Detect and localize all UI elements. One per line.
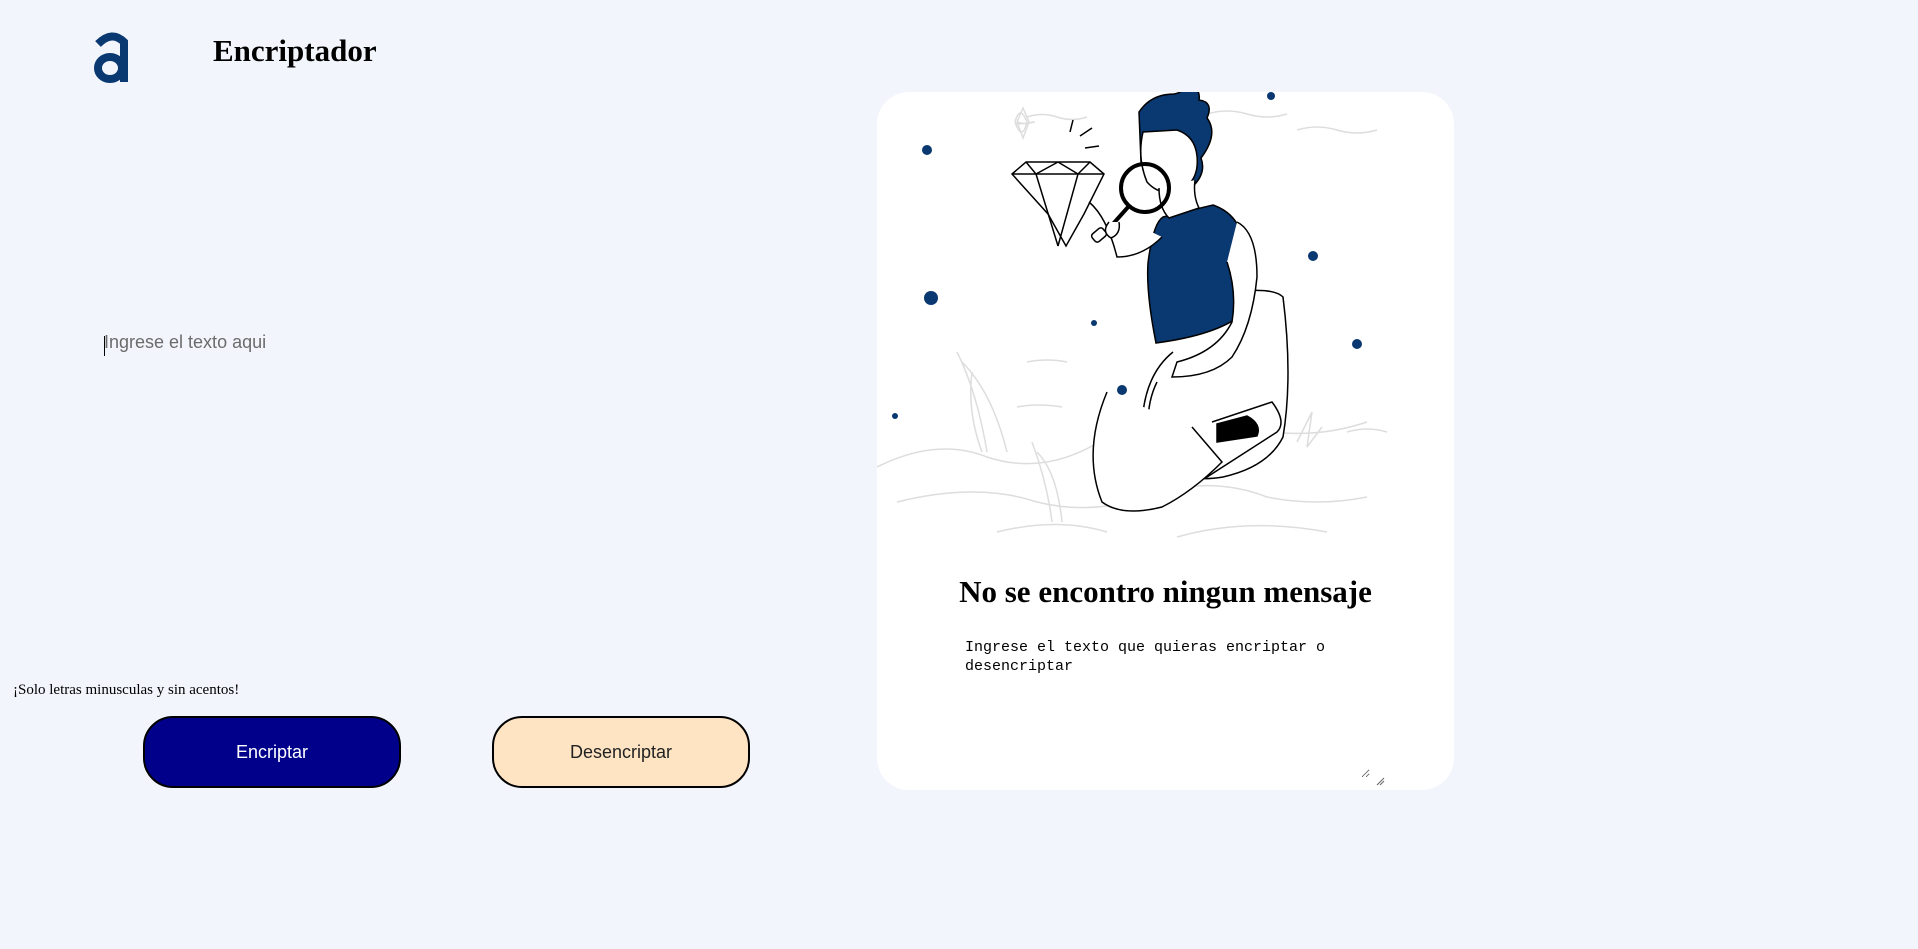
page-title: Encriptador bbox=[213, 33, 377, 68]
alura-logo-icon bbox=[94, 32, 128, 83]
text-input[interactable] bbox=[100, 328, 788, 636]
output-title: No se encontro ningun mensaje bbox=[959, 574, 1372, 609]
resize-handle-icon[interactable] bbox=[1375, 776, 1385, 786]
output-panel: No se encontro ningun mensaje Ingrese el… bbox=[877, 92, 1454, 790]
person-with-magnifying-glass-illustration bbox=[877, 92, 1388, 538]
text-cursor bbox=[104, 336, 105, 356]
output-text[interactable]: Ingrese el texto que quieras encriptar o… bbox=[965, 638, 1370, 778]
encrypt-button[interactable]: Encriptar bbox=[143, 716, 401, 788]
decrypt-button[interactable]: Desencriptar bbox=[492, 716, 750, 788]
input-hint: ¡Solo letras minusculas y sin acentos! bbox=[13, 682, 240, 698]
